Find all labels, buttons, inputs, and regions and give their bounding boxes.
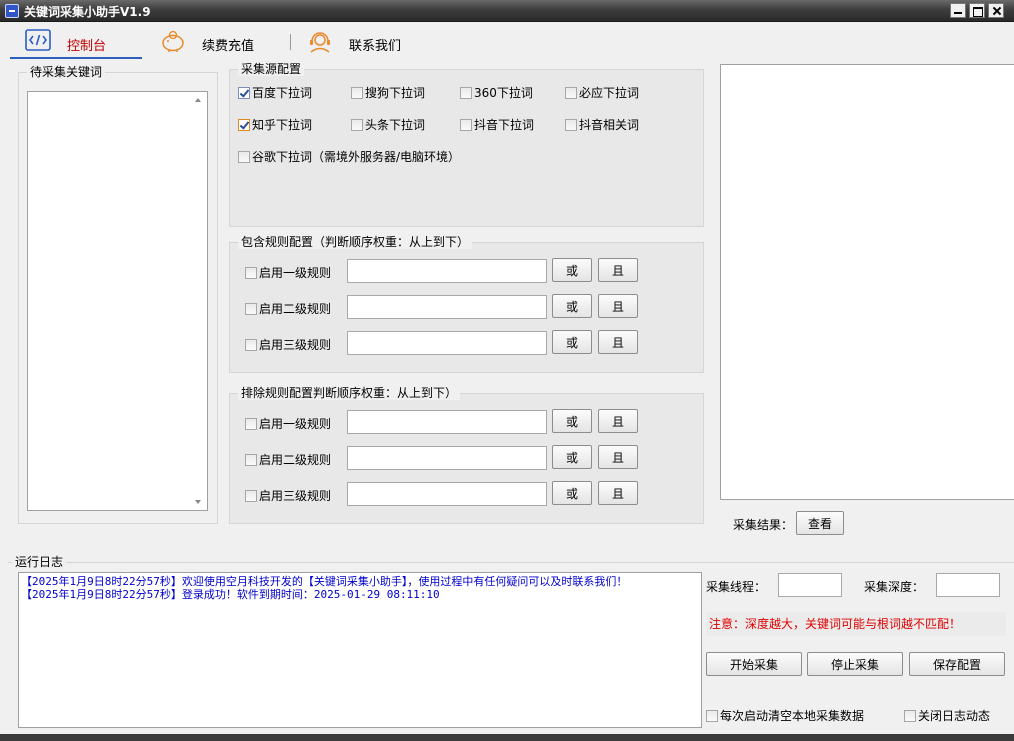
sources-group: 采集源配置 百度下拉词 搜狗下拉词 360下拉词 必应下拉词 知乎下拉词 头条下… [229,62,704,227]
exclude-rule-1-and-button[interactable]: 且 [598,409,638,433]
source-checkbox-baidu[interactable]: 百度下拉词 [238,84,312,101]
exclude-rule-1-or-button[interactable]: 或 [552,409,592,433]
piggy-bank-icon [162,30,184,52]
exclude-rule-2-and-button[interactable]: 且 [598,445,638,469]
save-config-button[interactable]: 保存配置 [909,652,1005,676]
include-rule-2-and-button[interactable]: 且 [598,294,638,318]
scroll-down-arrow-icon[interactable] [195,500,201,504]
include-rule-1-or-button[interactable]: 或 [552,258,592,282]
source-checkbox-douyin-related[interactable]: 抖音相关词 [565,116,639,133]
exclude-rule-3-input[interactable] [347,482,547,506]
source-checkbox-360[interactable]: 360下拉词 [460,84,533,101]
threads-label: 采集线程： [706,580,767,594]
results-label: 采集结果： [733,518,794,532]
log-line: 【2025年1月9日8时22分57秒】登录成功！软件到期时间：2025-01-2… [21,588,440,601]
tab-recharge-label: 续费充值 [202,39,255,54]
tab-contact[interactable]: 联系我们 [305,22,415,60]
view-results-button[interactable]: 查看 [796,511,844,535]
log-output[interactable]: 【2025年1月9日8时22分57秒】欢迎使用空月科技开发的【关键词采集小助手】… [18,572,702,728]
results-list[interactable] [720,64,1014,500]
exclude-rule-3-checkbox[interactable]: 启用三级规则 [245,487,331,504]
source-checkbox-sogou[interactable]: 搜狗下拉词 [351,84,425,101]
include-rule-2-input[interactable] [347,295,547,319]
clear-on-start-checkbox[interactable]: 每次启动清空本地采集数据 [706,707,864,724]
log-group-title: 运行日志 [12,555,67,569]
close-button[interactable] [988,3,1004,18]
include-rule-1-checkbox[interactable]: 启用一级规则 [245,264,331,281]
keywords-scrollbar[interactable] [190,92,207,510]
nav-bar: 控制台 续费充值 联系我们 [0,22,1014,60]
threads-input[interactable] [778,573,842,597]
exclude-rule-2-or-button[interactable]: 或 [552,445,592,469]
exclude-rules-group: 排除规则配置判断顺序权重：从上到下） 启用一级规则 或 且 启用二级规则 或 且… [229,386,704,524]
stop-collect-button[interactable]: 停止采集 [807,652,903,676]
tab-console[interactable]: 控制台 [10,22,142,60]
source-checkbox-douyin[interactable]: 抖音下拉词 [460,116,534,133]
exclude-rules-title: 排除规则配置判断顺序权重：从上到下） [238,386,461,400]
customer-service-icon [310,32,330,53]
include-rule-3-checkbox[interactable]: 启用三级规则 [245,336,331,353]
include-rule-2-or-button[interactable]: 或 [552,294,592,318]
sources-group-title: 采集源配置 [238,62,305,76]
keywords-textarea[interactable] [27,91,208,511]
exclude-rule-1-checkbox[interactable]: 启用一级规则 [245,415,331,432]
minimize-button[interactable] [950,3,966,18]
exclude-rule-3-or-button[interactable]: 或 [552,481,592,505]
tab-console-label: 控制台 [67,39,107,54]
include-rule-1-input[interactable] [347,259,547,283]
exclude-rule-2-input[interactable] [347,446,547,470]
include-rules-title: 包含规则配置（判断顺序权重：从上到下） [238,235,473,249]
exclude-rule-3-and-button[interactable]: 且 [598,481,638,505]
close-log-checkbox[interactable]: 关闭日志动态 [904,707,990,724]
window-bottom-border [0,734,1014,741]
source-checkbox-google[interactable]: 谷歌下拉词（需境外服务器/电脑环境） [238,148,460,165]
depth-input[interactable] [936,573,1000,597]
keywords-group: 待采集关键词 [18,65,218,524]
include-rule-1-and-button[interactable]: 且 [598,258,638,282]
maximize-button[interactable] [969,3,985,18]
app-icon [5,4,19,18]
include-rules-group: 包含规则配置（判断顺序权重：从上到下） 启用一级规则 或 且 启用二级规则 或 … [229,235,704,373]
exclude-rule-2-checkbox[interactable]: 启用二级规则 [245,451,331,468]
include-rule-2-checkbox[interactable]: 启用二级规则 [245,300,331,317]
title-bar: 关键词采集小助手V1.9 [0,0,1014,22]
start-collect-button[interactable]: 开始采集 [706,652,802,676]
include-rule-3-or-button[interactable]: 或 [552,330,592,354]
source-checkbox-bing[interactable]: 必应下拉词 [565,84,639,101]
scroll-up-arrow-icon[interactable] [195,98,201,102]
include-rule-3-and-button[interactable]: 且 [598,330,638,354]
nav-divider [290,34,291,50]
active-tab-indicator [10,57,142,59]
log-line: 【2025年1月9日8时22分57秒】欢迎使用空月科技开发的【关键词采集小助手】… [21,575,628,588]
tab-recharge[interactable]: 续费充值 [158,22,268,60]
exclude-rule-1-input[interactable] [347,410,547,434]
depth-warning: 注意：深度越大，关键词可能与根词越不匹配！ [706,612,1006,636]
window-title: 关键词采集小助手V1.9 [24,5,151,19]
depth-label: 采集深度： [864,580,925,594]
source-checkbox-zhihu[interactable]: 知乎下拉词 [238,116,312,133]
keywords-group-title: 待采集关键词 [27,65,106,79]
tab-contact-label: 联系我们 [349,39,402,54]
include-rule-3-input[interactable] [347,331,547,355]
source-checkbox-toutiao[interactable]: 头条下拉词 [351,116,425,133]
code-icon [25,29,51,51]
